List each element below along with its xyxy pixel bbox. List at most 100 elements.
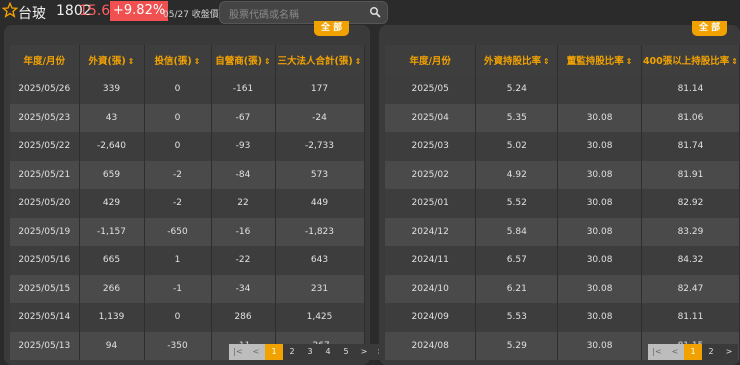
page-button[interactable]: 5 — [337, 344, 355, 360]
table-cell: 4.92 — [475, 160, 559, 189]
shareholding-panel: 全 部 年度/月份 外資持股比率 ⇕ 董監持股比率 ⇕ 400張以上持股比率 ⇕ 20… — [379, 21, 740, 365]
table-cell: 81.74 — [641, 132, 740, 161]
table-cell — [557, 75, 642, 104]
show-all-button[interactable]: 全 部 — [692, 21, 728, 36]
table-cell: 2024/12 — [385, 217, 477, 246]
page-button[interactable]: < — [247, 344, 265, 360]
table-row: 2024/10 6.21 30.08 82.47 — [385, 274, 740, 303]
pagination: |<<12345>>| — [229, 344, 391, 360]
table-cell: 6.21 — [475, 274, 559, 303]
table-cell: 2025/01 — [385, 189, 477, 218]
sort-icon[interactable]: ⇕ — [264, 57, 271, 66]
table-row: 2025/05/15 266 -1 -34 231 — [10, 274, 365, 303]
table-cell: 94 — [79, 331, 145, 360]
table-cell: 30.08 — [557, 103, 642, 132]
table-row: 2025/05/16 665 1 -22 643 — [10, 246, 365, 275]
table-cell: -84 — [211, 160, 276, 189]
page-button[interactable]: > — [720, 344, 738, 360]
table-cell: 30.08 — [557, 160, 642, 189]
col-header-400-lots-ratio[interactable]: 400張以上持股比率 ⇕ — [641, 45, 740, 75]
col-header-month[interactable]: 年度/月份 — [385, 45, 477, 75]
page-button[interactable]: 1 — [265, 344, 283, 360]
sort-icon[interactable]: ⇕ — [355, 57, 362, 66]
table-row: 2025/03 5.02 30.08 81.74 — [385, 132, 740, 161]
sort-icon[interactable]: ⇕ — [194, 57, 201, 66]
table-cell: 84.32 — [641, 246, 740, 275]
col-header-investment-trust[interactable]: 投信(張) ⇕ — [144, 45, 212, 75]
table-row: 2025/05/21 659 -2 -84 573 — [10, 160, 365, 189]
search-box[interactable]: 股票代碼或名稱 — [219, 1, 388, 24]
price-change-badge: +9.82% — [110, 1, 169, 21]
sort-icon[interactable]: ⇕ — [543, 57, 550, 66]
show-all-button[interactable]: 全 部 — [314, 21, 350, 36]
col-header-foreign[interactable]: 外資(張) ⇕ — [79, 45, 145, 75]
table-cell: 573 — [275, 160, 365, 189]
col-header-foreign-ratio[interactable]: 外資持股比率 ⇕ — [475, 45, 559, 75]
sort-icon[interactable]: ⇕ — [626, 57, 633, 66]
page-button[interactable]: 2 — [702, 344, 720, 360]
page-button[interactable]: 2 — [283, 344, 301, 360]
col-header-dealer[interactable]: 自營商(張) ⇕ — [211, 45, 276, 75]
table-cell: 22 — [211, 189, 276, 218]
table-cell: 339 — [79, 75, 145, 104]
table-row: 2025/05/20 429 -2 22 449 — [10, 189, 365, 218]
table-cell: 2025/05/21 — [10, 160, 80, 189]
search-icon[interactable] — [369, 6, 381, 18]
stock-name: 台玻 — [18, 6, 46, 22]
table-row: 2025/05/14 1,139 0 286 1,425 — [10, 303, 365, 332]
table-cell: 2025/05/14 — [10, 303, 80, 332]
favorite-star-icon[interactable] — [2, 2, 18, 18]
table-cell: 81.11 — [641, 303, 740, 332]
table-cell: 5.84 — [475, 217, 559, 246]
table-cell: -2,733 — [275, 132, 365, 161]
table-row: 2025/05/23 43 0 -67 -24 — [10, 103, 365, 132]
table-cell: 30.08 — [557, 132, 642, 161]
table-row: 2025/04 5.35 30.08 81.06 — [385, 103, 740, 132]
table-cell: -24 — [275, 103, 365, 132]
sort-icon[interactable]: ⇕ — [731, 57, 738, 66]
table-cell: 0 — [144, 132, 212, 161]
table-cell: 177 — [275, 75, 365, 104]
table-cell: 2025/05/20 — [10, 189, 80, 218]
table-row: 2025/05 5.24 81.14 — [385, 75, 740, 104]
table-cell: 659 — [79, 160, 145, 189]
table-row: 2025/05/19 -1,157 -650 -16 -1,823 — [10, 217, 365, 246]
table-cell: -161 — [211, 75, 276, 104]
table-cell: 2025/05/19 — [10, 217, 80, 246]
table-row: 2025/01 5.52 30.08 82.92 — [385, 189, 740, 218]
table-cell: 30.08 — [557, 274, 642, 303]
col-header-total[interactable]: 三大法人合計(張) ⇕ — [275, 45, 365, 75]
table-cell: -1 — [144, 274, 212, 303]
page-button[interactable]: > — [355, 344, 373, 360]
col-header-director-ratio[interactable]: 董監持股比率 ⇕ — [557, 45, 642, 75]
search-input[interactable]: 股票代碼或名稱 — [229, 6, 299, 21]
institutional-trading-table: 年度/月份 外資(張) ⇕ 投信(張) ⇕ 自營商(張) ⇕ 三大法人合計(張) ⇕ 2… — [10, 45, 365, 360]
table-cell: -22 — [211, 246, 276, 275]
table-cell: 266 — [79, 274, 145, 303]
table-cell: 83.29 — [641, 217, 740, 246]
table-cell: 5.29 — [475, 331, 559, 360]
table-cell: 2024/10 — [385, 274, 477, 303]
table-cell: -34 — [211, 274, 276, 303]
table-cell: 2025/05/23 — [10, 103, 80, 132]
table-cell: 30.08 — [557, 331, 642, 360]
table-cell: 30.08 — [557, 189, 642, 218]
page-button[interactable]: 3 — [301, 344, 319, 360]
page-button[interactable]: < — [666, 344, 684, 360]
col-header-date[interactable]: 年度/月份 — [10, 45, 80, 75]
table-cell: 2024/09 — [385, 303, 477, 332]
table-cell: 1,425 — [275, 303, 365, 332]
table-cell: 5.24 — [475, 75, 559, 104]
table-cell: 643 — [275, 246, 365, 275]
sort-icon[interactable]: ⇕ — [128, 57, 135, 66]
page-button[interactable]: |< — [229, 344, 247, 360]
table-cell: 82.47 — [641, 274, 740, 303]
table-cell: 2025/04 — [385, 103, 477, 132]
stock-header: 台玻 1802 15.65 +9.82% 05/27 收盤價 股票代碼或名稱 — [0, 0, 740, 25]
page-button[interactable]: 4 — [319, 344, 337, 360]
table-cell: 2025/05/15 — [10, 274, 80, 303]
table-cell: 2024/11 — [385, 246, 477, 275]
page-button[interactable]: |< — [648, 344, 666, 360]
page-button[interactable]: 1 — [684, 344, 702, 360]
table-row: 2024/12 5.84 30.08 83.29 — [385, 217, 740, 246]
